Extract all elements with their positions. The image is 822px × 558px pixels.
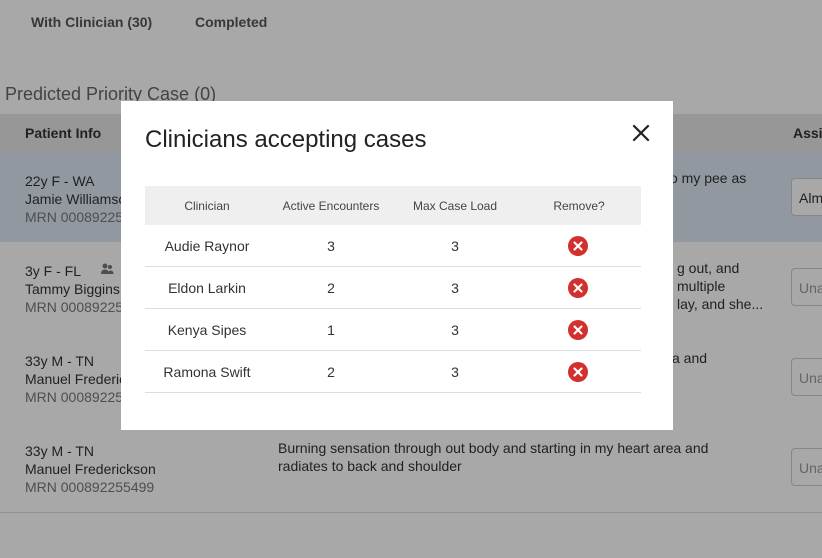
max-case-load: 3: [451, 280, 459, 296]
active-encounters: 2: [327, 280, 335, 296]
header-clinician: Clinician: [184, 199, 230, 213]
header-remove: Remove?: [553, 199, 605, 213]
remove-circle-icon[interactable]: [568, 362, 588, 382]
clinician-row: Eldon Larkin 2 3: [145, 267, 641, 309]
active-encounters: 1: [327, 322, 335, 338]
clinician-row: Kenya Sipes 1 3: [145, 309, 641, 351]
clinician-row: Audie Raynor 3 3: [145, 225, 641, 267]
clinician-name: Ramona Swift: [163, 364, 251, 380]
remove-circle-icon[interactable]: [568, 236, 588, 256]
modal-title: Clinicians accepting cases: [145, 126, 427, 153]
clinician-name: Audie Raynor: [164, 238, 250, 254]
header-active-encounters: Active Encounters: [282, 199, 380, 213]
remove-circle-icon[interactable]: [568, 320, 588, 340]
clinicians-table-header: Clinician Active Encounters Max Case Loa…: [145, 186, 641, 225]
clinician-row: Ramona Swift 2 3: [145, 351, 641, 393]
clinicians-modal: Clinicians accepting cases Clinician Act…: [121, 101, 673, 430]
close-icon[interactable]: [629, 121, 653, 145]
clinician-name: Eldon Larkin: [168, 280, 246, 296]
clinician-name: Kenya Sipes: [167, 322, 247, 338]
max-case-load: 3: [451, 238, 459, 254]
active-encounters: 2: [327, 364, 335, 380]
clinicians-table: Clinician Active Encounters Max Case Loa…: [145, 186, 641, 393]
max-case-load: 3: [451, 322, 459, 338]
header-max-case-load: Max Case Load: [412, 199, 498, 213]
remove-circle-icon[interactable]: [568, 278, 588, 298]
active-encounters: 3: [327, 238, 335, 254]
max-case-load: 3: [451, 364, 459, 380]
